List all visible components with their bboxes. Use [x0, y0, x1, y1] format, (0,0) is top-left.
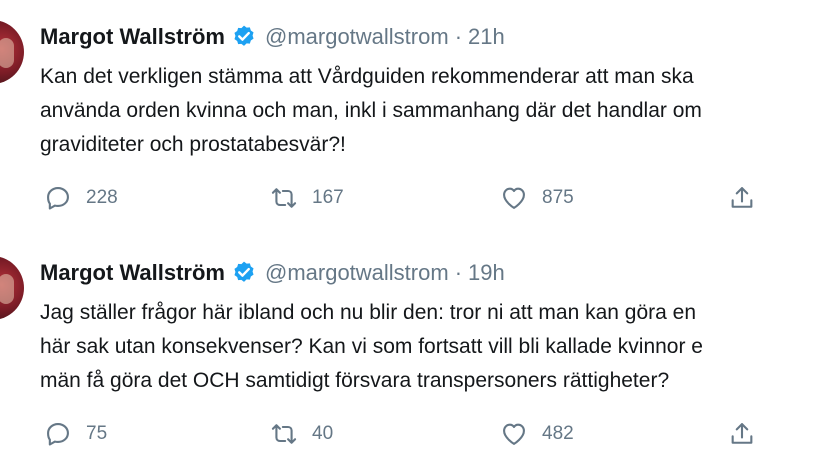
tweet-header: Margot Wallström @margotwallstrom · 21h [40, 22, 505, 52]
author-handle[interactable]: @margotwallstrom [265, 260, 449, 286]
heart-icon [503, 187, 525, 209]
like-button[interactable]: 875 [500, 180, 574, 216]
share-button[interactable] [728, 180, 756, 216]
retweet-icon [271, 188, 297, 208]
share-icon [731, 187, 753, 208]
tweet-header: Margot Wallström @margotwallstrom · 19h [40, 258, 505, 288]
tweet-text-line: här sak utan konsekvenser? Kan vi som fo… [40, 335, 703, 358]
retweet-icon [271, 424, 297, 444]
tweet-feed: Margot Wallström @margotwallstrom · 21h … [0, 0, 828, 468]
avatar[interactable] [0, 256, 24, 320]
tweet-text-line: använda orden kvinna och man, inkl i sam… [40, 99, 702, 122]
header-separator: · [454, 260, 463, 285]
reply-icon [47, 187, 69, 210]
retweet-count: 40 [312, 423, 334, 444]
share-icon [731, 423, 753, 444]
tweet-text-line: Jag ställer frågor här ibland och nu bli… [40, 301, 697, 324]
verified-badge-icon [234, 25, 254, 46]
heart-icon [503, 423, 525, 445]
author-name[interactable]: Margot Wallström [40, 260, 225, 286]
reply-count: 228 [86, 187, 118, 208]
verified-badge-icon [234, 261, 254, 282]
tweet-text-line: graviditeter och prostatabesvär?! [40, 133, 346, 156]
share-button[interactable] [728, 416, 756, 452]
retweet-button[interactable]: 40 [270, 416, 333, 452]
tweet-actions: 228 167 875 [40, 180, 820, 216]
like-button[interactable]: 482 [500, 416, 574, 452]
tweet-timestamp[interactable]: 19h [468, 260, 505, 286]
tweet-timestamp[interactable]: 21h [468, 24, 505, 50]
header-separator: · [454, 24, 463, 49]
retweet-button[interactable]: 167 [270, 180, 344, 216]
reply-button[interactable]: 228 [44, 180, 118, 216]
like-count: 875 [542, 187, 574, 208]
tweet-text-line: Kan det verkligen stämma att Vårdguiden … [40, 65, 694, 88]
retweet-count: 167 [312, 187, 344, 208]
reply-icon [47, 423, 69, 446]
author-name[interactable]: Margot Wallström [40, 24, 225, 50]
tweet-text: Jag ställer frågor här ibland och nu bli… [40, 296, 828, 398]
tweet-text-line: män få göra det OCH samtidigt försvara t… [40, 369, 670, 392]
reply-button[interactable]: 75 [44, 416, 107, 452]
tweet-actions: 75 40 482 [40, 416, 820, 452]
tweet-text: Kan det verkligen stämma att Vårdguiden … [40, 60, 828, 162]
tweet[interactable]: Margot Wallström @margotwallstrom · 19h … [0, 236, 828, 468]
avatar[interactable] [0, 20, 24, 84]
author-handle[interactable]: @margotwallstrom [265, 24, 449, 50]
reply-count: 75 [86, 423, 108, 444]
tweet[interactable]: Margot Wallström @margotwallstrom · 21h … [0, 0, 828, 232]
like-count: 482 [542, 423, 574, 444]
